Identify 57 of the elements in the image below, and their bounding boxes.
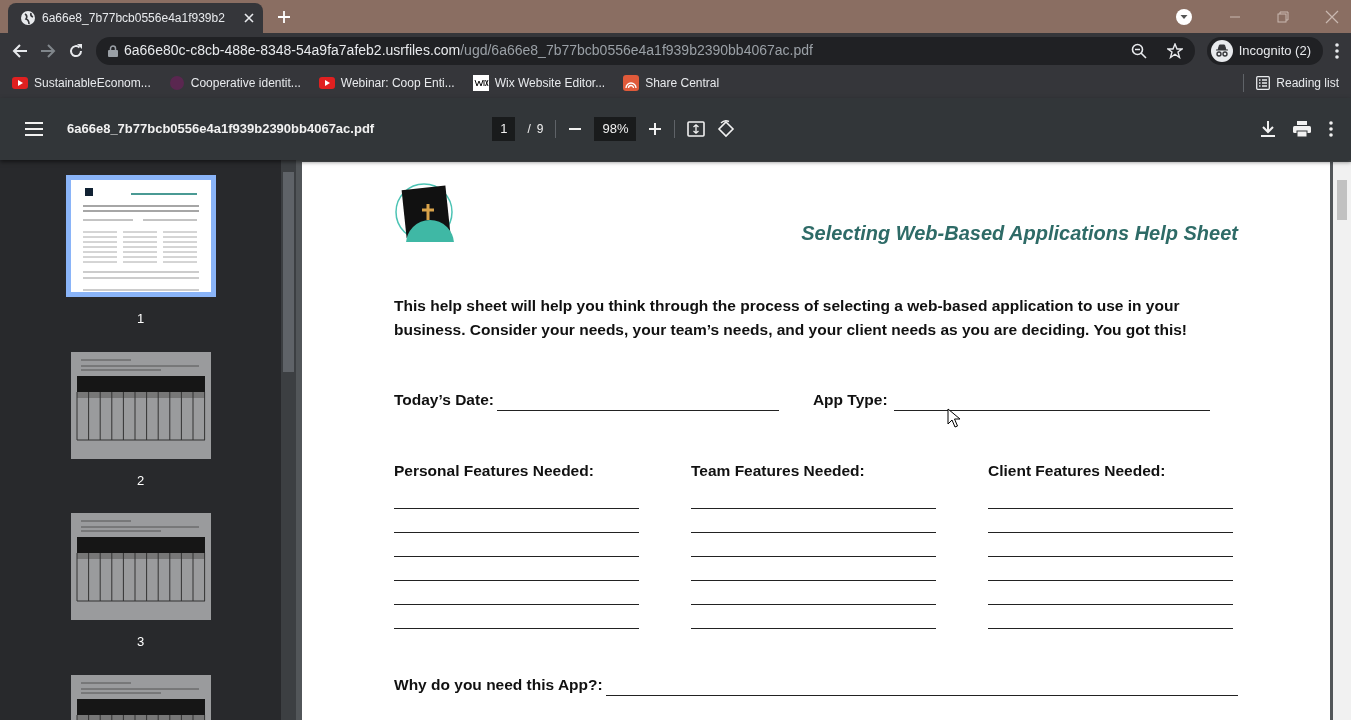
bookmark[interactable]: Share Central	[623, 74, 720, 92]
field-label: Why do you need this App?:	[394, 674, 603, 695]
zoom-out-icon[interactable]	[1130, 42, 1147, 59]
reading-list-button[interactable]: Reading list	[1243, 74, 1339, 92]
zoom-in-icon[interactable]	[648, 122, 663, 136]
scrollbar-thumb[interactable]	[283, 172, 294, 372]
download-icon[interactable]	[1261, 121, 1275, 137]
dropdown-icon[interactable]	[1175, 7, 1193, 26]
new-tab-icon[interactable]	[277, 10, 291, 24]
column-heading: Personal Features Needed:	[394, 461, 595, 482]
rotate-icon[interactable]	[717, 120, 736, 138]
page-label: 2	[136, 471, 145, 490]
scrollbar-thumb[interactable]	[1337, 180, 1347, 220]
video-icon	[12, 75, 28, 91]
address-bar[interactable]: 6a66e80c-c8cb-488e-8348-54a9fa7afeb2.usrfiles.com/ugd/6a66e8_7b77bcb0556e4a1f939b2390bb4067ac.pdf	[96, 36, 1195, 65]
lock-icon	[108, 44, 118, 57]
page-thumbnail[interactable]	[65, 175, 216, 297]
forward-icon[interactable]	[40, 42, 56, 59]
back-icon[interactable]	[12, 42, 28, 59]
bookmark[interactable]: Wix Website Editor...	[472, 74, 606, 92]
site-icon	[168, 75, 185, 91]
bookmark[interactable]: SustainableEconom...	[12, 74, 151, 92]
bookmark[interactable]: Cooperative identit...	[168, 74, 301, 92]
star-icon[interactable]	[1166, 42, 1183, 59]
more-icon[interactable]	[1329, 121, 1333, 137]
file-name: 6a66e8_7b77bcb0556e4a1f939b2390bb4067ac.pdf	[67, 120, 375, 139]
zoom-field[interactable]: 98%	[594, 117, 637, 141]
page-separator: /	[527, 121, 531, 138]
intro-paragraph: This help sheet will help you think through the process of selecting a web-based application to use in your business. Consider your needs, your team’s needs, and your client needs as you are deciding. You got this!	[394, 296, 1188, 340]
menu-icon[interactable]	[25, 122, 43, 136]
page-label: 1	[136, 310, 145, 328]
profile-button[interactable]: Incognito (2)	[1206, 36, 1323, 65]
more-icon[interactable]	[1335, 42, 1339, 59]
field-label: Today’s Date:	[394, 390, 494, 410]
column-heading: Team Features Needed:	[691, 461, 866, 482]
bookmark[interactable]: Webinar: Coop Enti...	[318, 74, 455, 92]
page-thumbnail[interactable]	[70, 351, 211, 459]
page-total: 9	[536, 121, 544, 138]
share-icon	[623, 75, 640, 91]
video-icon	[318, 75, 335, 91]
cursor-icon	[947, 408, 961, 428]
incognito-icon	[1210, 39, 1233, 62]
reload-icon[interactable]	[68, 42, 84, 59]
field-label: App Type:	[812, 390, 888, 410]
fit-page-icon[interactable]	[687, 121, 706, 137]
column-heading: Client Features Needed:	[988, 461, 1167, 482]
page-thumbnail[interactable]	[70, 513, 211, 620]
list-icon	[1256, 76, 1271, 90]
document-title: Selecting Web-Based Applications Help Sheet	[801, 221, 1238, 246]
tab-title: 6a66e8_7b77bcb0556e4a1f939b2	[42, 10, 226, 27]
page-label: 3	[136, 633, 145, 651]
wix-icon	[472, 75, 489, 91]
print-icon[interactable]	[1293, 121, 1311, 137]
url-text: 6a66e80c-c8cb-488e-8348-54a9fa7afeb2.usrfiles.com/ugd/6a66e8_7b77bcb0556e4a1f939b2390bb4067ac.pdf	[124, 41, 814, 60]
page-number-field[interactable]: 1	[492, 117, 516, 141]
browser-tab[interactable]: 6a66e8_7b77bcb0556e4a1f939b2	[8, 3, 263, 33]
globe-icon	[20, 10, 36, 26]
